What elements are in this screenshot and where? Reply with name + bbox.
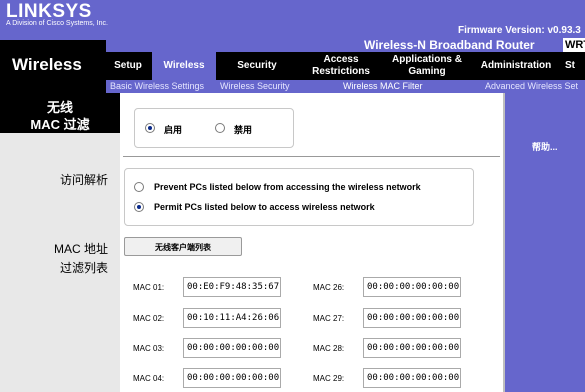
- wireless-client-list-button[interactable]: 无线客户端列表: [124, 237, 242, 256]
- mac-list-label-1: MAC 地址: [53, 242, 108, 256]
- mac-label: MAC 01:: [133, 283, 165, 292]
- mac-label: MAC 28:: [313, 344, 345, 353]
- mac-input[interactable]: 00:00:00:00:00:00: [363, 308, 461, 328]
- mac-input[interactable]: 00:00:00:00:00:00: [183, 338, 281, 358]
- tab-applications-gaming[interactable]: Applications & Gaming: [386, 52, 468, 80]
- mac-input[interactable]: 00:00:00:00:00:00: [363, 368, 461, 388]
- firmware-version: Firmware Version: v0.93.3: [458, 25, 581, 36]
- tab-wireless[interactable]: Wireless: [152, 52, 216, 80]
- tab-setup[interactable]: Setup: [106, 52, 150, 80]
- enable-radio[interactable]: [145, 123, 155, 133]
- logo-subtitle: A Division of Cisco Systems, Inc.: [6, 20, 108, 27]
- mac-label: MAC 26:: [313, 283, 345, 292]
- disable-radio[interactable]: [215, 123, 225, 133]
- help-panel: [505, 93, 585, 392]
- mac-label: MAC 29:: [313, 374, 345, 383]
- help-link[interactable]: 帮助...: [532, 140, 558, 153]
- tab-status[interactable]: St: [565, 52, 585, 80]
- subtab-wireless-mac-filter[interactable]: Wireless MAC Filter: [343, 80, 423, 93]
- permit-label: Permit PCs listed below to access wirele…: [154, 202, 375, 212]
- mac-label: MAC 04:: [133, 374, 165, 383]
- subtab-basic-wireless[interactable]: Basic Wireless Settings: [110, 80, 204, 93]
- prevent-radio[interactable]: [134, 182, 144, 192]
- mac-label: MAC 03:: [133, 344, 165, 353]
- filter-toggle-box: [134, 108, 294, 148]
- section-title-line2: MAC 过滤: [30, 117, 90, 132]
- enable-label: 启用: [164, 125, 183, 135]
- mac-input[interactable]: 00:E0:F9:48:35:67: [183, 277, 281, 297]
- product-code: WRT: [563, 38, 585, 52]
- product-name: Wireless-N Broadband Router: [364, 38, 535, 52]
- tab-security[interactable]: Security: [218, 52, 296, 80]
- mac-input[interactable]: 00:10:11:A4:26:06: [183, 308, 281, 328]
- tab-access-restrictions[interactable]: Access Restrictions: [300, 52, 382, 80]
- mac-list-label-2: 过滤列表: [59, 261, 108, 275]
- access-label: 访问解析: [59, 173, 108, 187]
- subtab-wireless-security[interactable]: Wireless Security: [220, 80, 290, 93]
- mac-input[interactable]: 00:00:00:00:00:00: [363, 277, 461, 297]
- mac-label: MAC 02:: [133, 314, 165, 323]
- prevent-label: Prevent PCs listed below from accessing …: [154, 182, 421, 192]
- subtab-advanced-wireless[interactable]: Advanced Wireless Set: [485, 80, 578, 93]
- mac-label: MAC 27:: [313, 314, 345, 323]
- permit-radio[interactable]: [134, 202, 144, 212]
- mac-input[interactable]: 00:00:00:00:00:00: [183, 368, 281, 388]
- mac-input[interactable]: 00:00:00:00:00:00: [363, 338, 461, 358]
- disable-label: 禁用: [234, 125, 253, 135]
- page-title: Wireless: [12, 55, 82, 74]
- section-divider: [123, 156, 500, 157]
- tab-administration[interactable]: Administration: [472, 52, 560, 80]
- access-box: [124, 168, 474, 226]
